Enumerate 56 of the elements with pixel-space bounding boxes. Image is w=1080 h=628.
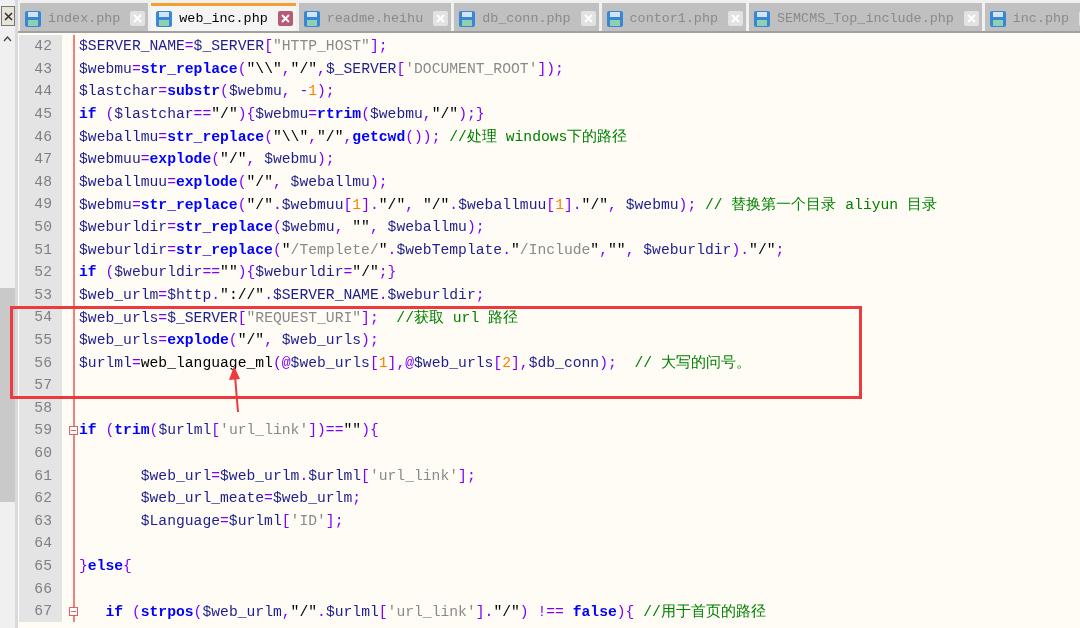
close-tab-button[interactable] (580, 11, 596, 26)
code-line: $webmuu=explode("/", $webmu); (79, 151, 335, 168)
code-line: $web_urls=$_SERVER["REQUEST_URI"]; //获取 url 路径 (79, 308, 519, 327)
line-number: 56 (18, 351, 62, 374)
line-number: 55 (18, 328, 62, 352)
close-tab-button[interactable] (963, 11, 979, 26)
line-number: 59 (18, 419, 62, 442)
code-line: $web_url_meate=$web_urlm; (139, 490, 362, 507)
code-line: $weburldir=str_replace("/Templete/".$webTemplate."/Include","", $weburldir)."/"; (79, 241, 785, 258)
line-number: 47 (18, 147, 62, 171)
scroll-up-icon[interactable] (3, 36, 12, 42)
code-line: $weburldir=str_replace($webmu, "", $weballmu); (79, 219, 485, 236)
close-tab-button[interactable] (277, 11, 293, 26)
code-line: $SERVER_NAME=$_SERVER["HTTP_HOST"]; (79, 38, 388, 55)
line-number: 66 (18, 577, 62, 600)
code-line: if (strpos($web_urlm,"/".$urlml['url_link']."/") !== false){ //用于首页的路径 (104, 602, 766, 621)
code-line: $lastchar=substr($webmu, -1); (79, 83, 335, 100)
code-line: $web_urlm=$http."://".$SERVER_NAME.$weburldir; (79, 286, 485, 303)
line-number: 44 (18, 80, 62, 103)
line-number: 42 (18, 35, 62, 58)
line-number: 51 (18, 238, 62, 261)
line-number: 61 (18, 464, 62, 487)
code-line: $webmu=str_replace("/".$webmuu[1]."/", "/".$weballmuu[1]."/", $webmu); // 替换第一个目录 aliyun 目录 (79, 195, 937, 214)
code-line: $web_urls=explode("/", $web_urls); (79, 332, 379, 348)
code-line: $weballmu=str_replace("\\","/",getcwd()); //处理 windows下的路径 (79, 127, 628, 147)
code-line: $urlml=web_language_ml(@$web_urls[1],@$web_urls[2],$db_conn); // 大写的问号。 (79, 353, 751, 373)
close-panel-button[interactable] (1, 6, 15, 26)
line-number: 49 (18, 193, 62, 216)
line-number: 48 (18, 170, 62, 194)
code-line: $webmu=str_replace("\\","/",$_SERVER['DOCUMENT_ROOT']); (79, 60, 564, 77)
code-line: }else{ (79, 557, 132, 574)
fold-icon[interactable] (69, 425, 78, 435)
line-number: 57 (18, 373, 62, 397)
line-number: 43 (18, 57, 62, 81)
line-number: 65 (18, 554, 62, 578)
line-number: 50 (18, 215, 62, 239)
code-line: if ($weburldir==""){$weburldir="/";} (79, 264, 397, 281)
fold-icon[interactable] (69, 606, 78, 616)
line-number: 45 (18, 102, 62, 126)
close-tab-button[interactable] (130, 11, 146, 26)
line-number: 63 (18, 509, 62, 533)
code-line: $Language=$urlml['ID']; (139, 512, 344, 529)
line-number: 64 (18, 532, 62, 555)
line-number: 60 (18, 441, 62, 465)
code-line: $weballmuu=explode("/", $weballmu); (79, 173, 388, 190)
close-icon (3, 11, 13, 21)
line-number: 67 (18, 599, 62, 623)
line-number: 62 (18, 486, 62, 510)
line-number: 46 (18, 125, 62, 148)
code-line: if ($lastchar=="/"){$webmu=rtrim($webmu,"/");} (79, 106, 485, 123)
close-tab-button[interactable] (433, 11, 449, 26)
file-tab[interactable]: web_inc.php (151, 3, 296, 31)
line-number: 52 (18, 260, 62, 284)
code-line: $web_url=$web_urlm.$urlml['url_link']; (139, 467, 476, 484)
code-line: if (trim($urlml['url_link'])==""){ (79, 422, 379, 439)
line-number: 53 (18, 283, 62, 307)
